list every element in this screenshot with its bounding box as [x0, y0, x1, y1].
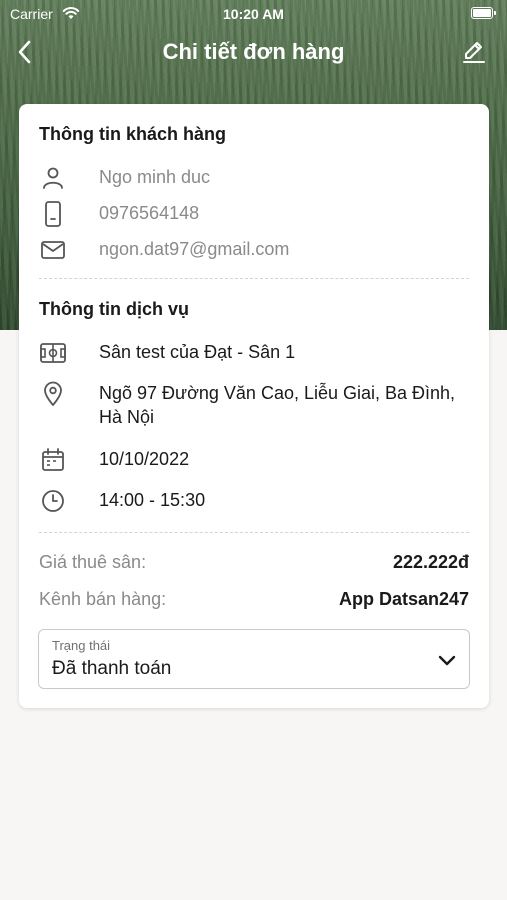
battery-icon — [471, 7, 496, 19]
clock-icon — [42, 490, 64, 512]
customer-section-title: Thông tin khách hàng — [39, 124, 226, 144]
rent-price-label: Giá thuê sân: — [39, 552, 147, 572]
service-section-title: Thông tin dịch vụ — [39, 299, 189, 319]
page-title: Chi tiết đơn hàng — [162, 39, 345, 64]
location-pin-icon — [44, 381, 62, 406]
service-address-line1: Ngõ 97 Đường Văn Cao, Liễu Giai, Ba Đình… — [99, 383, 456, 403]
service-address-line2: Hà Nội — [99, 407, 155, 427]
stadium-icon — [40, 343, 66, 363]
divider — [39, 278, 469, 279]
customer-email-row: ngon.dat97@gmail.com — [39, 236, 469, 264]
service-field-name: Sân test của Đạt - Sân 1 — [99, 342, 296, 362]
service-time-row: 14:00 - 15:30 — [39, 487, 469, 515]
sales-channel-value: App Datsan247 — [338, 589, 469, 609]
status-select[interactable]: Trạng thái Đã thanh toán — [38, 629, 470, 689]
rent-price-row: Giá thuê sân: 222.222đ — [39, 552, 469, 576]
sales-channel-row: Kênh bán hàng: App Datsan247 — [39, 589, 469, 613]
service-date: 10/10/2022 — [99, 449, 190, 469]
customer-phone: 0976564148 — [99, 203, 200, 223]
navigation-bar: Chi tiết đơn hàng — [0, 30, 507, 74]
service-address-row: Ngõ 97 Đường Văn Cao, Liễu Giai, Ba Đình… — [39, 380, 469, 432]
person-icon — [43, 167, 63, 189]
order-detail-card: Thông tin khách hàng Ngo minh duc 097656… — [19, 104, 489, 708]
service-field-row: Sân test của Đạt - Sân 1 — [39, 339, 469, 367]
calendar-icon — [42, 448, 64, 471]
phone-icon — [45, 201, 61, 227]
status-bar: Carrier 10:20 AM — [0, 0, 507, 28]
service-time: 14:00 - 15:30 — [99, 490, 206, 510]
edit-pencil-icon[interactable] — [461, 39, 487, 65]
status-select-label: Trạng thái — [52, 638, 111, 653]
chevron-down-icon[interactable] — [437, 650, 457, 670]
sales-channel-label: Kênh bán hàng: — [39, 589, 167, 609]
rent-price-value: 222.222đ — [392, 552, 469, 572]
customer-name: Ngo minh duc — [99, 167, 211, 187]
customer-phone-row: 0976564148 — [39, 200, 469, 228]
mail-icon — [41, 241, 65, 259]
status-select-value: Đã thanh toán — [52, 658, 172, 679]
divider — [39, 532, 469, 533]
customer-email: ngon.dat97@gmail.com — [99, 239, 290, 259]
customer-name-row: Ngo minh duc — [39, 164, 469, 192]
service-date-row: 10/10/2022 — [39, 446, 469, 474]
clock: 10:20 AM — [223, 6, 284, 22]
